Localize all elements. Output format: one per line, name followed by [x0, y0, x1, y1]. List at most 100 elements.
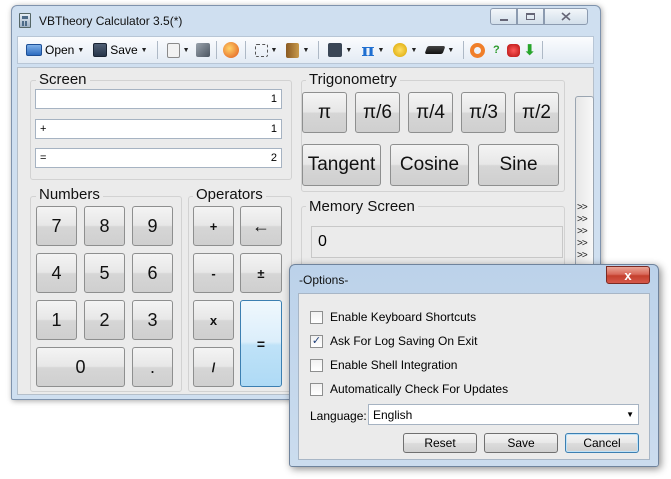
close-button[interactable]: [544, 8, 588, 25]
key-decimal[interactable]: .: [132, 347, 173, 387]
toolbar-separator: [463, 41, 465, 59]
key-2[interactable]: 2: [84, 300, 125, 340]
language-select[interactable]: English ▼: [368, 404, 639, 425]
equals-button[interactable]: =: [240, 300, 282, 387]
key-8[interactable]: 8: [84, 206, 125, 246]
key-4[interactable]: 4: [36, 253, 77, 293]
options-dialog-title: -Options-: [299, 273, 349, 287]
add-button[interactable]: +: [193, 206, 234, 246]
option-label: Enable Shell Integration: [330, 358, 458, 372]
title-bar[interactable]: VBTheory Calculator 3.5(*): [12, 6, 600, 33]
option-keyboard-shortcuts[interactable]: Enable Keyboard Shortcuts: [310, 310, 476, 324]
option-label: Automatically Check For Updates: [330, 382, 509, 396]
key-0[interactable]: 0: [36, 347, 125, 387]
options-close-button[interactable]: x: [606, 266, 650, 284]
screenshot-icon: [254, 43, 268, 57]
expand-chevron-3[interactable]: >>: [577, 226, 588, 237]
pi-button[interactable]: π: [302, 92, 347, 133]
save-button[interactable]: Save ▼: [90, 39, 150, 61]
toolbar-separator: [541, 41, 543, 59]
option-label: Ask For Log Saving On Exit: [330, 334, 478, 348]
checkbox[interactable]: [310, 358, 323, 372]
checkbox[interactable]: [310, 382, 323, 396]
constants-button[interactable]: π ▼: [358, 39, 387, 61]
pi-over-2-button[interactable]: π/2: [514, 92, 559, 133]
options-client-area: Enable Keyboard Shortcuts ✓ Ask For Log …: [298, 293, 650, 460]
screen-group-label: Screen: [36, 71, 90, 88]
expand-chevron-1[interactable]: >>: [577, 202, 588, 213]
pi-over-6-button[interactable]: π/6: [355, 92, 400, 133]
screen-line-2-op: +: [40, 123, 47, 135]
screen-line-2[interactable]: + 1: [35, 119, 282, 139]
magnifier-document-icon: [166, 42, 180, 58]
layout-button[interactable]: ▼: [325, 39, 355, 61]
screenshot-button[interactable]: ▼: [252, 39, 281, 61]
reset-button[interactable]: Reset: [403, 433, 477, 453]
open-folder-icon: [26, 44, 42, 56]
numbers-group-label: Numbers: [36, 186, 103, 203]
chevron-down-icon: ▼: [410, 46, 418, 54]
tools-icon[interactable]: [195, 43, 210, 57]
screen-line-3[interactable]: = 2: [35, 148, 282, 168]
toolbar-separator: [156, 41, 158, 59]
checkbox[interactable]: [310, 310, 323, 324]
pi-over-3-button[interactable]: π/3: [461, 92, 506, 133]
cancel-button[interactable]: Cancel: [565, 433, 639, 453]
download-arrow-icon[interactable]: ⬇: [523, 41, 536, 59]
subtract-button[interactable]: -: [193, 253, 234, 293]
toolbar-separator: [244, 41, 246, 59]
pi-over-4-button[interactable]: π/4: [408, 92, 453, 133]
graph-button[interactable]: ▼: [423, 39, 457, 61]
sine-button[interactable]: Sine: [478, 144, 559, 186]
toolbar-separator: [318, 41, 320, 59]
screen-line-1[interactable]: 1: [35, 89, 282, 109]
checkbox[interactable]: ✓: [310, 334, 323, 348]
cosine-button[interactable]: Cosine: [390, 144, 469, 186]
expand-chevron-2[interactable]: >>: [577, 214, 588, 225]
print-preview-button[interactable]: ▼: [164, 39, 193, 61]
calculator-app-icon: [19, 13, 31, 28]
open-label: Open: [45, 43, 75, 57]
plus-minus-button[interactable]: ±: [240, 253, 282, 293]
key-9[interactable]: 9: [132, 206, 173, 246]
convert-button[interactable]: ▼: [390, 39, 420, 61]
chevron-down-icon: ▼: [140, 46, 148, 54]
option-check-updates[interactable]: Automatically Check For Updates: [310, 382, 508, 396]
toolbar-separator: [215, 41, 217, 59]
open-button[interactable]: Open ▼: [23, 39, 87, 61]
option-shell-integration[interactable]: Enable Shell Integration: [310, 358, 457, 372]
close-icon: [561, 12, 571, 21]
divide-button[interactable]: /: [193, 347, 234, 387]
expand-chevron-5[interactable]: >>: [577, 250, 588, 261]
key-1[interactable]: 1: [36, 300, 77, 340]
multiply-button[interactable]: x: [193, 300, 234, 340]
screen-line-1-value: 1: [270, 93, 277, 105]
key-6[interactable]: 6: [132, 253, 173, 293]
backspace-button[interactable]: ←: [240, 206, 282, 246]
minimize-button[interactable]: [490, 8, 517, 25]
notes-button[interactable]: ▼: [283, 39, 312, 61]
key-7[interactable]: 7: [36, 206, 77, 246]
trigonometry-group-label: Trigonometry: [306, 71, 400, 88]
screen-line-3-op: =: [40, 152, 47, 164]
memory-display[interactable]: 0: [311, 226, 563, 258]
help-icon[interactable]: ?: [488, 44, 504, 56]
tangent-button[interactable]: Tangent: [302, 144, 381, 186]
window-title: VBTheory Calculator 3.5(*): [39, 14, 183, 28]
key-5[interactable]: 5: [84, 253, 125, 293]
pi-icon: π: [361, 39, 375, 61]
memory-group-label: Memory Screen: [306, 198, 418, 215]
options-save-button[interactable]: Save: [484, 433, 558, 453]
key-3[interactable]: 3: [132, 300, 173, 340]
close-icon: x: [624, 267, 632, 283]
maximize-icon: [526, 13, 535, 20]
maximize-button[interactable]: [517, 8, 544, 25]
chevron-down-icon: ▼: [270, 46, 278, 54]
book-icon: [286, 42, 300, 58]
expand-chevron-4[interactable]: >>: [577, 238, 588, 249]
option-log-saving[interactable]: ✓ Ask For Log Saving On Exit: [310, 334, 477, 348]
bug-icon[interactable]: [507, 43, 521, 57]
lifebuoy-icon[interactable]: [470, 42, 486, 58]
minimize-icon: [499, 18, 508, 21]
theme-icon[interactable]: [222, 42, 239, 58]
